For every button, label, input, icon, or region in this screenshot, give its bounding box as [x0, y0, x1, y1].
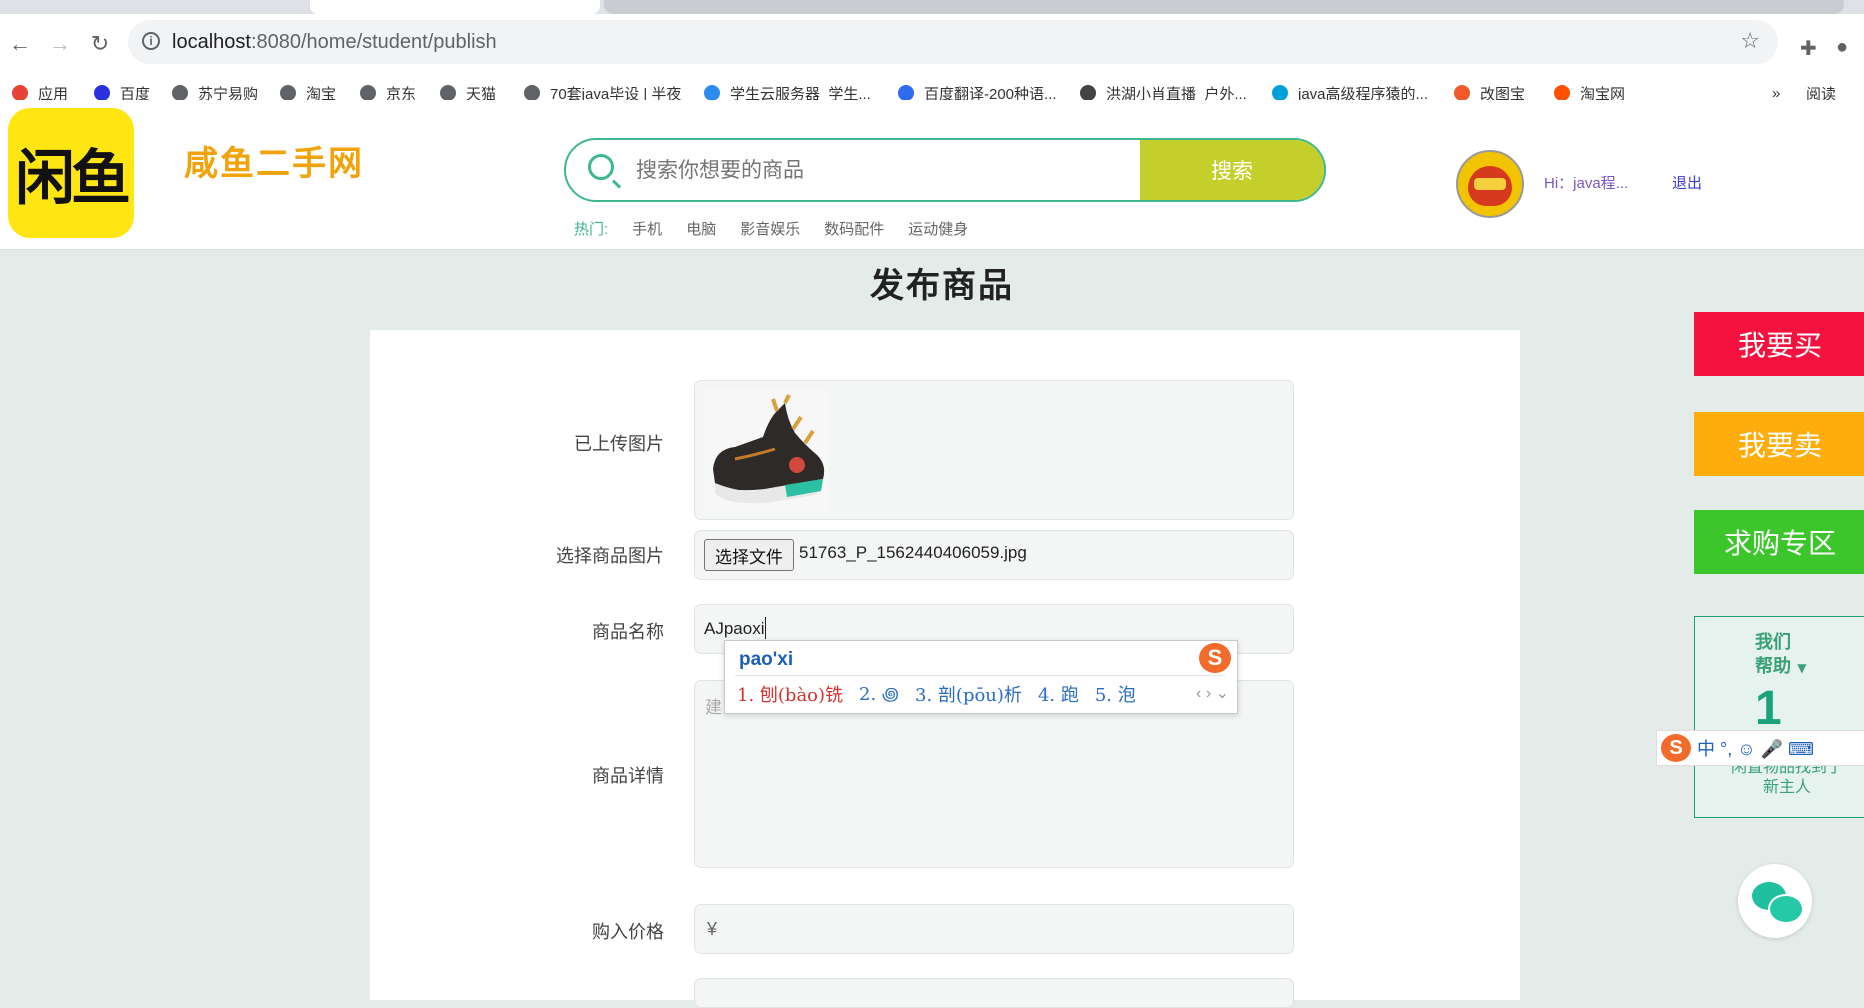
bookmark-favicon-icon [440, 85, 456, 101]
product-name-value: AJpaoxi [704, 619, 765, 638]
bookmark-favicon-icon [94, 85, 110, 101]
ime-candidate-popup: pao'xi S 1. 刨(bào)铣 2. ꩜ 3. 剖(pōu)析 4. 跑… [724, 640, 1238, 714]
search-button[interactable]: 搜索 [1140, 140, 1324, 200]
uploaded-image-label: 已上传图片 [574, 434, 664, 454]
help-title-line2: 帮助 [1755, 656, 1791, 677]
hot-item-computer[interactable]: 电脑 [686, 218, 716, 239]
wanted-zone-button[interactable]: 求购专区 [1694, 510, 1864, 574]
bookmark-favicon-icon [1080, 85, 1096, 101]
chevron-down-icon: ▼ [1797, 661, 1807, 675]
page-title: 发布商品 [870, 267, 1014, 305]
buy-button[interactable]: 我要买 [1694, 312, 1864, 376]
search-input[interactable] [634, 140, 1118, 200]
extensions-puzzle-icon[interactable]: ✚ [1800, 36, 1817, 61]
bookmark-favicon-icon [524, 85, 540, 101]
chat-bubble-shape-2 [1768, 894, 1804, 924]
tab-inactive[interactable] [0, 0, 300, 14]
site-info-icon[interactable]: i [142, 32, 160, 50]
ime-page-arrows-icon[interactable]: ‹ › ⌄ [1196, 683, 1229, 703]
back-arrow-icon[interactable]: ← [6, 30, 34, 58]
reload-icon[interactable]: ↻ [86, 30, 114, 58]
bookmark-favicon-icon [704, 85, 720, 101]
sell-button[interactable]: 我要卖 [1694, 412, 1864, 476]
help-widget: 我们 帮助 ▼ 1 闲置物品找到了 新主人 [1694, 616, 1864, 818]
bookmark-star-icon[interactable]: ☆ [1740, 28, 1760, 54]
ime-composition: pao'xi [739, 649, 794, 670]
tab-strip [0, 0, 1864, 14]
hot-keywords: 热门: 手机 电脑 影音娱乐 数码配件 运动健身 [574, 218, 968, 239]
help-body-line2: 新主人 [1762, 777, 1811, 796]
wechat-chat-icon[interactable] [1738, 864, 1812, 938]
help-title: 我们帮助 ▼ [1755, 631, 1807, 680]
ime-candidates: 1. 刨(bào)铣 2. ꩜ 3. 剖(pōu)析 4. 跑 5. 泡 [737, 681, 1136, 707]
uploaded-shoe-image [705, 389, 829, 511]
avatar[interactable] [1456, 150, 1524, 218]
product-detail-label: 商品详情 [592, 766, 664, 786]
address-bar[interactable]: i localhost:8080/home/student/publish ☆ [128, 20, 1778, 64]
url-host: localhost [172, 31, 251, 53]
tab-inactive-2[interactable] [604, 0, 1844, 14]
hot-item-accessories[interactable]: 数码配件 [824, 218, 884, 239]
bookmark-favicon-icon [1272, 85, 1288, 101]
help-number: 1 [1755, 682, 1782, 735]
help-title-line1: 我们 [1755, 632, 1791, 653]
bookmark-favicon-icon [172, 85, 188, 101]
ime-candidate-3[interactable]: 3. 剖(pōu)析 [915, 681, 1022, 707]
uploaded-image-area [694, 380, 1294, 520]
url-text[interactable]: localhost:8080/home/student/publish [172, 31, 497, 54]
site-logo[interactable]: 闲鱼 [8, 108, 134, 238]
choose-file-button[interactable]: 选择文件 [704, 539, 794, 571]
ime-divider [735, 675, 1225, 676]
ime-candidate-4[interactable]: 4. 跑 [1038, 681, 1079, 707]
bookmark-favicon-icon [280, 85, 296, 101]
detail-placeholder: 建 [705, 698, 722, 717]
url-path: :8080/home/student/publish [250, 31, 497, 53]
hot-item-phone[interactable]: 手机 [632, 218, 662, 239]
forward-arrow-icon[interactable]: → [46, 30, 74, 58]
file-input-field: 选择文件 51763_P_1562440406059.jpg [694, 530, 1294, 580]
user-greeting[interactable]: Hi：java程... [1544, 172, 1628, 193]
tab-active[interactable] [310, 0, 600, 14]
hot-item-media[interactable]: 影音娱乐 [740, 218, 800, 239]
bookmark-favicon-icon [360, 85, 376, 101]
product-name-label: 商品名称 [592, 622, 664, 642]
browser-toolbar: ← → ↻ i localhost:8080/home/student/publ… [0, 14, 1864, 74]
ime-status-bar[interactable]: S 中 °, ☺ 🎤 ⌨ [1656, 730, 1864, 766]
search-icon [588, 154, 614, 180]
logout-link[interactable]: 退出 [1672, 172, 1702, 193]
currency-symbol: ¥ [707, 919, 718, 939]
next-field-input[interactable] [694, 978, 1294, 1008]
ime-status-icons: 中 °, ☺ 🎤 ⌨ [1697, 739, 1814, 759]
sogou-s-icon: S [1661, 734, 1691, 762]
avatar-face-shape [1474, 178, 1506, 190]
search-box: 搜索 [564, 138, 1326, 202]
hot-item-sports[interactable]: 运动健身 [908, 218, 968, 239]
file-name: 51763_P_1562440406059.jpg [799, 543, 1027, 562]
purchase-price-input[interactable]: ¥ [694, 904, 1294, 954]
purchase-price-label: 购入价格 [592, 922, 664, 942]
bookmark-favicon-icon [12, 85, 28, 101]
site-header: 闲鱼 咸鱼二手网 搜索 热门: 手机 电脑 影音娱乐 数码配件 运动健身 Hi：… [0, 100, 1864, 250]
bookmark-favicon-icon [898, 85, 914, 101]
ime-candidate-5[interactable]: 5. 泡 [1095, 681, 1136, 707]
site-title[interactable]: 咸鱼二手网 [184, 136, 364, 185]
sogou-logo-icon: S [1199, 643, 1231, 673]
profile-icon[interactable]: ● [1836, 36, 1848, 59]
ime-candidate-2[interactable]: 2. ꩜ [859, 681, 899, 707]
bookmark-favicon-icon [1454, 85, 1470, 101]
ime-candidate-1[interactable]: 1. 刨(bào)铣 [737, 681, 843, 707]
choose-image-label: 选择商品图片 [556, 546, 664, 566]
hot-label: 热门: [574, 221, 609, 238]
text-caret [765, 617, 766, 639]
bookmark-favicon-icon [1554, 85, 1570, 101]
